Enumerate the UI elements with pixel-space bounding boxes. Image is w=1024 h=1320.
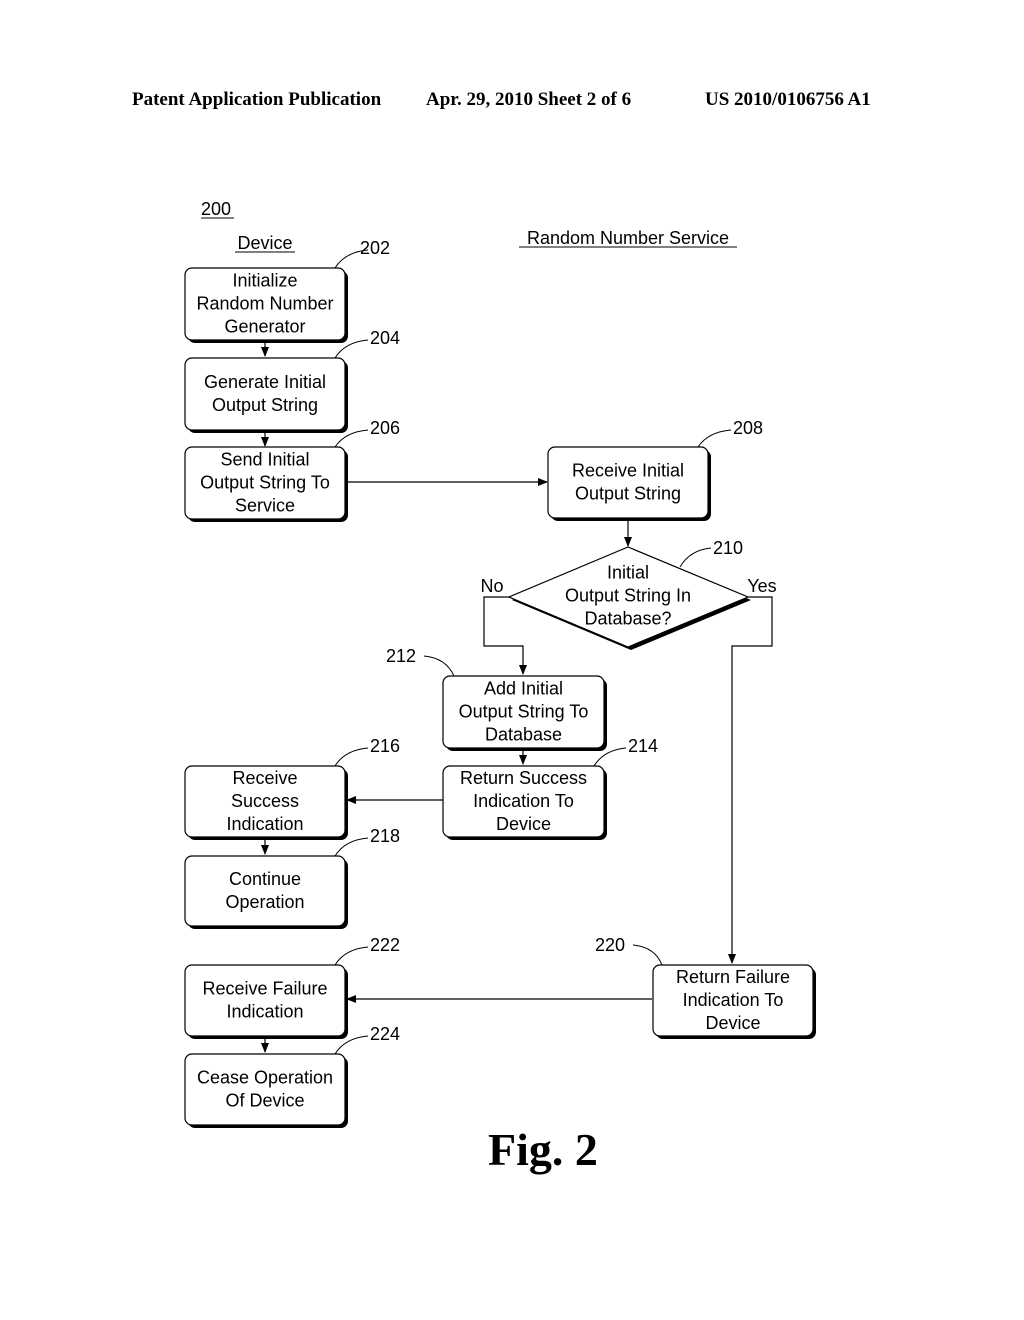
node-text-line: Initialize [232,271,297,291]
node-210: Initial Output String In Database? 210 [507,538,751,650]
node-text-line: Generate Initial [204,372,326,392]
node-224: Cease Operation Of Device 224 [184,1024,400,1128]
node-216: Receive Success Indication 216 [184,736,400,840]
arrow-210-no-212 [483,596,527,675]
reference-leader [334,837,369,857]
branch-yes-label: Yes [747,576,776,596]
node-text-line: Return Failure [676,967,790,987]
reference-numeral: 204 [370,328,400,348]
node-text-line: Initial [607,563,649,583]
node-text-line: Output String [575,484,681,504]
process-box [184,1053,346,1126]
node-text-line: Add Initial [484,679,563,699]
node-text-line: Of Device [225,1091,304,1111]
node-text-line: Device [705,1013,760,1033]
lane-device-label: Device [237,233,292,253]
node-text-line: Cease Operation [197,1068,333,1088]
node-text-line: Continue [229,869,301,889]
reference-numeral: 214 [628,736,658,756]
reference-leader [334,747,369,767]
reference-numeral: 210 [713,538,743,558]
node-text-line: Output String [212,395,318,415]
node-text-line: Indication [226,814,303,834]
flowchart: 200 Device Random Number Service Initial… [184,199,816,1175]
process-box [184,855,346,927]
node-text-line: Service [235,496,295,516]
node-text-line: Indication [226,1002,303,1022]
node-text-line: Indication To [683,990,784,1010]
node-202: Initialize Random Number Generator 202 [184,238,390,343]
node-214: Return Success Indication To Device 214 [442,736,658,840]
node-text-line: Return Success [460,768,587,788]
process-box [184,964,346,1037]
reference-numeral: 212 [386,646,416,666]
node-text-line: Output String To [200,473,330,493]
node-text-line: Receive [232,768,297,788]
reference-leader [679,547,712,568]
node-text-line: Send Initial [220,450,309,470]
node-204: Generate Initial Output String 204 [184,328,400,433]
node-208: Receive Initial Output String 208 [547,418,763,521]
node-text-line: Output String To [459,702,589,722]
reference-leader [632,944,663,966]
reference-numeral: 208 [733,418,763,438]
node-text-line: Receive Failure [202,979,327,999]
node-220: Return Failure Indication To Device 220 [595,935,816,1039]
node-text-line: Output String In [565,586,691,606]
reference-numeral: 216 [370,736,400,756]
node-text-line: Database [485,725,562,745]
node-222: Receive Failure Indication 222 [184,935,400,1039]
figure-caption: Fig. 2 [488,1124,598,1175]
reference-leader [697,429,732,448]
node-text-line: Receive Initial [572,461,684,481]
node-text-line: Operation [225,892,304,912]
process-box [547,446,709,519]
node-text-line: Device [496,814,551,834]
node-text-line: Success [231,791,299,811]
arrow-210-yes-220 [728,596,773,964]
node-206: Send Initial Output String To Service 206 [184,418,400,522]
reference-numeral: 202 [360,238,390,258]
branch-no-label: No [480,576,503,596]
node-text-line: Generator [224,317,305,337]
process-box [184,357,346,431]
node-text-line: Indication To [473,791,574,811]
node-218: Continue Operation 218 [184,826,400,929]
figure-ref-200: 200 [201,199,231,219]
reference-leader [334,946,369,966]
reference-numeral: 220 [595,935,625,955]
node-212: Add Initial Output String To Database 212 [386,646,607,751]
node-text-line: Random Number [196,294,333,314]
reference-numeral: 206 [370,418,400,438]
reference-leader [423,655,455,677]
node-text-line: Database? [584,609,671,629]
lane-service-label: Random Number Service [527,228,729,248]
reference-numeral: 224 [370,1024,400,1044]
reference-numeral: 222 [370,935,400,955]
reference-numeral: 218 [370,826,400,846]
